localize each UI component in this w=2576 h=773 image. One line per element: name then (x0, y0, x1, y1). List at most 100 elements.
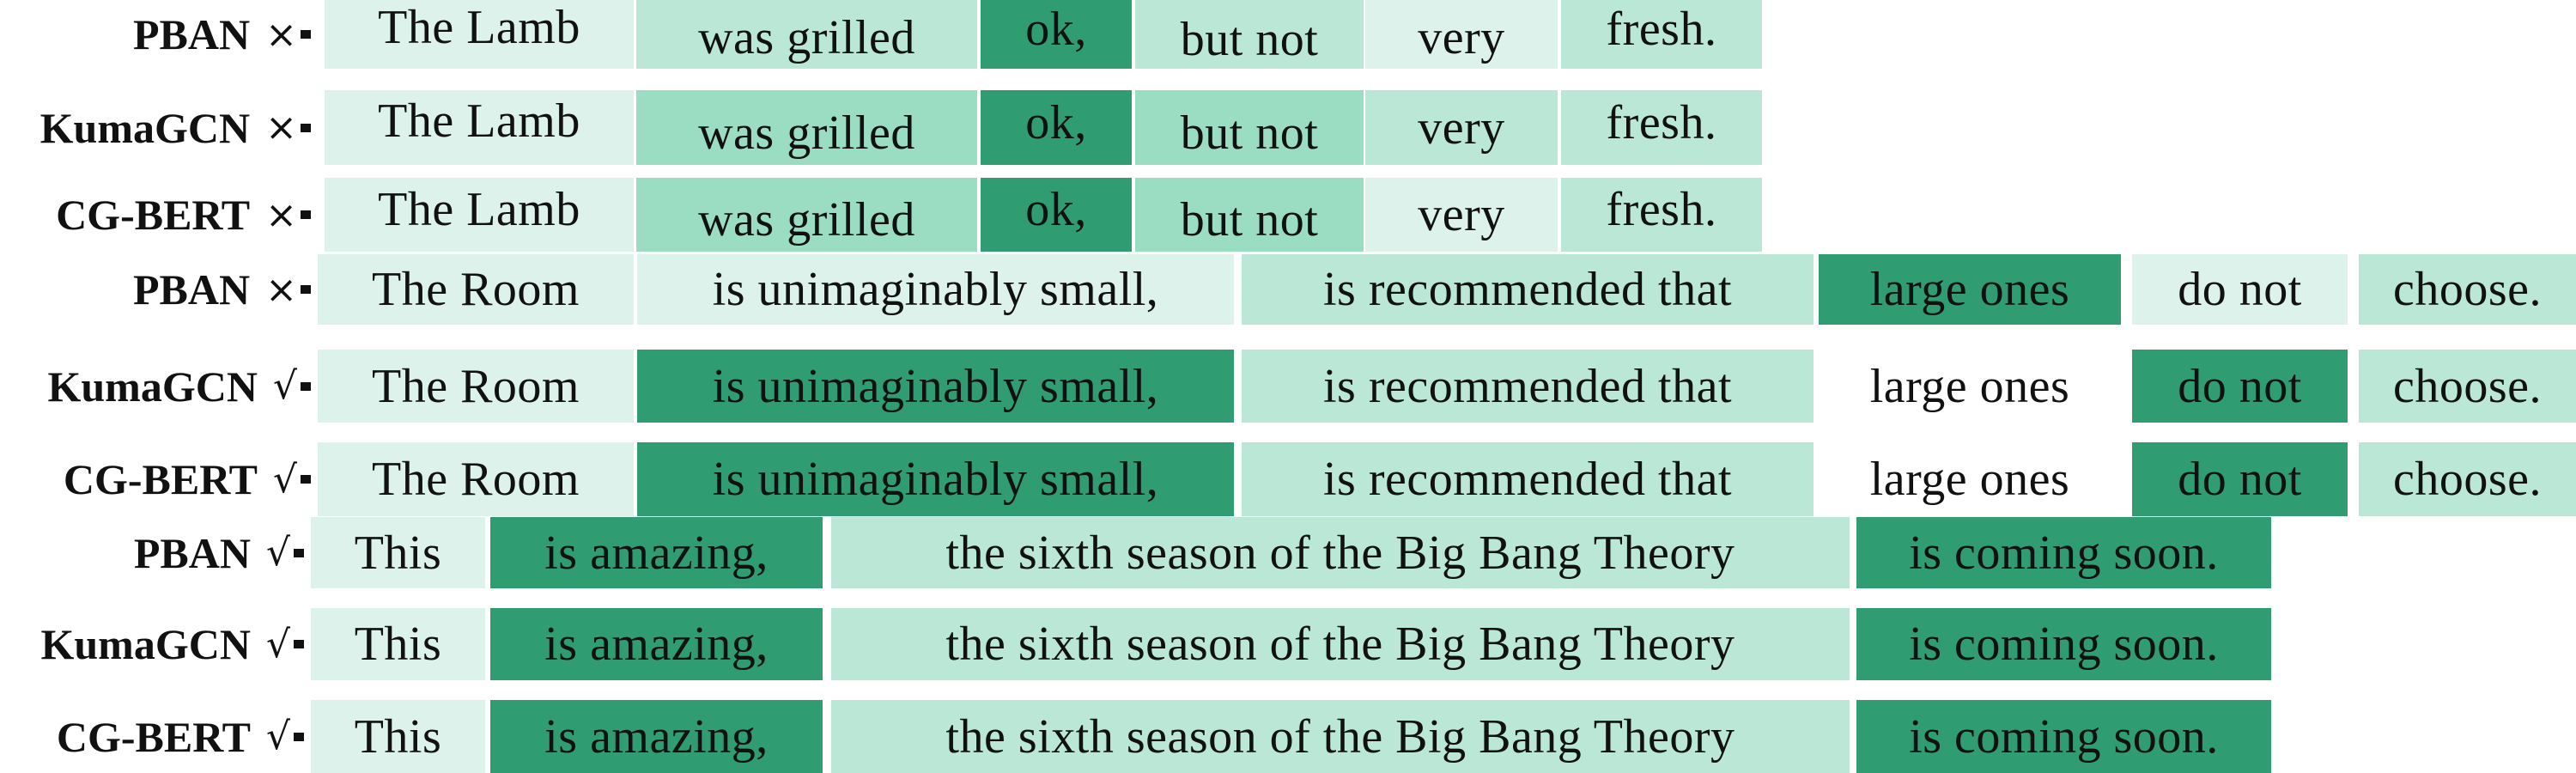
phrase-text: is amazing, (544, 526, 769, 580)
attention-cell: large ones (1819, 350, 2121, 423)
dash-marker-icon (301, 381, 311, 391)
attention-cell: the sixth season of the Big Bang Theory (831, 517, 1850, 588)
phrase-text: fresh. (1606, 183, 1717, 236)
model-name: PBAN (133, 528, 251, 577)
attention-cell: very (1365, 178, 1558, 252)
attention-cell: is coming soon. (1856, 608, 2271, 680)
attention-cell: the sixth season of the Big Bang Theory (831, 700, 1850, 773)
attention-cell: fresh. (1561, 178, 1762, 252)
attention-cell: The Lamb (325, 0, 634, 69)
attention-cell: very (1365, 0, 1558, 69)
attention-cell: ok, (981, 0, 1132, 69)
attention-cell: was grilled (636, 90, 977, 165)
attention-cell: is unimaginably small, (637, 254, 1234, 325)
attention-cell: choose. (2359, 254, 2576, 325)
phrase-text: was grilled (698, 106, 915, 160)
phrase-text: large ones (1869, 453, 2070, 506)
phrase-text: is unimaginably small, (712, 359, 1159, 413)
attention-cell: do not (2132, 350, 2348, 423)
cross-icon: × (265, 12, 297, 57)
phrase-text: The Lamb (378, 94, 580, 148)
phrase-text: is recommended that (1322, 453, 1732, 506)
phrase-text: the sixth season of the Big Bang Theory (945, 618, 1735, 671)
phrase-text: very (1418, 100, 1505, 155)
attention-cell: fresh. (1561, 0, 1762, 69)
attention-cell: is recommended that (1242, 254, 1814, 325)
dash-marker-icon (301, 210, 311, 219)
dash-marker-icon (301, 123, 311, 132)
phrase-text: is recommended that (1322, 359, 1732, 413)
cross-icon: × (265, 267, 297, 312)
attention-cell: is unimaginably small, (637, 442, 1234, 516)
phrase-text: This (354, 709, 442, 764)
check-icon: √ (272, 364, 297, 408)
model-name: CG-BERT (56, 712, 251, 761)
phrase-text: is coming soon. (1909, 618, 2219, 671)
cross-icon: × (265, 192, 297, 237)
attention-cell: is coming soon. (1856, 700, 2271, 773)
dash-marker-icon (294, 548, 304, 557)
attention-cell: fresh. (1561, 90, 1762, 165)
attention-cell: but not (1135, 0, 1364, 69)
dash-marker-icon (301, 475, 311, 484)
check-icon: √ (265, 715, 290, 758)
phrase-text: is amazing, (544, 618, 769, 671)
model-label: PBAN √ (0, 517, 307, 588)
attention-visualization: PBAN × The Lamb was grilled ok, but not very fr… (0, 0, 2576, 773)
phrase-text: The Room (372, 453, 580, 506)
phrase-text: is unimaginably small, (712, 263, 1159, 316)
model-name: PBAN (133, 265, 251, 313)
model-name: PBAN (133, 10, 251, 58)
phrase-text: is unimaginably small, (712, 453, 1159, 506)
model-label: KumaGCN √ (0, 350, 314, 423)
attention-cell: large ones (1819, 254, 2121, 325)
attention-cell: ok, (981, 178, 1132, 252)
attention-cell: The Room (318, 254, 634, 325)
phrase-text: large ones (1869, 359, 2070, 413)
cross-icon: × (265, 106, 297, 149)
phrase-text: ok, (1025, 183, 1087, 236)
attention-cell: choose. (2359, 442, 2576, 516)
attention-cell: but not (1135, 178, 1364, 252)
phrase-text: do not (2178, 359, 2302, 413)
attention-cell: The Room (318, 350, 634, 423)
model-label: KumaGCN × (0, 90, 314, 165)
attention-cell: is amazing, (490, 517, 823, 588)
attention-cell: This (311, 700, 485, 773)
phrase-text: The Room (372, 359, 580, 413)
phrase-text: very (1418, 11, 1505, 64)
attention-cell: do not (2132, 442, 2348, 516)
attention-cell: choose. (2359, 350, 2576, 423)
attention-cell: This (311, 608, 485, 680)
check-icon: √ (265, 622, 290, 666)
dash-marker-icon (294, 732, 304, 741)
phrase-text: ok, (1025, 3, 1087, 56)
phrase-text: choose. (2392, 359, 2542, 413)
dash-marker-icon (301, 285, 311, 294)
model-label: CG-BERT × (0, 178, 314, 252)
phrase-text: but not (1180, 193, 1319, 247)
phrase-text: The Lamb (378, 183, 580, 236)
check-icon: √ (272, 457, 297, 502)
phrase-text: was grilled (698, 193, 915, 247)
model-label: CG-BERT √ (0, 442, 314, 516)
model-label: KumaGCN √ (0, 608, 307, 680)
attention-cell: do not (2132, 254, 2348, 325)
phrase-text: is coming soon. (1909, 709, 2219, 764)
attention-cell: The Lamb (325, 90, 634, 165)
phrase-text: the sixth season of the Big Bang Theory (945, 709, 1735, 764)
model-label: PBAN × (0, 0, 314, 69)
attention-cell: This (311, 517, 485, 588)
phrase-text: choose. (2392, 263, 2542, 316)
dash-marker-icon (294, 640, 304, 648)
attention-cell: is coming soon. (1856, 517, 2271, 588)
attention-cell: The Lamb (325, 178, 634, 252)
attention-cell: was grilled (636, 0, 977, 69)
attention-cell: is unimaginably small, (637, 350, 1234, 423)
phrase-text: choose. (2392, 453, 2542, 506)
phrase-text: fresh. (1606, 3, 1717, 56)
phrase-text: fresh. (1606, 95, 1717, 149)
phrase-text: but not (1180, 106, 1319, 160)
model-name: KumaGCN (40, 620, 251, 668)
phrase-text: very (1418, 188, 1505, 241)
